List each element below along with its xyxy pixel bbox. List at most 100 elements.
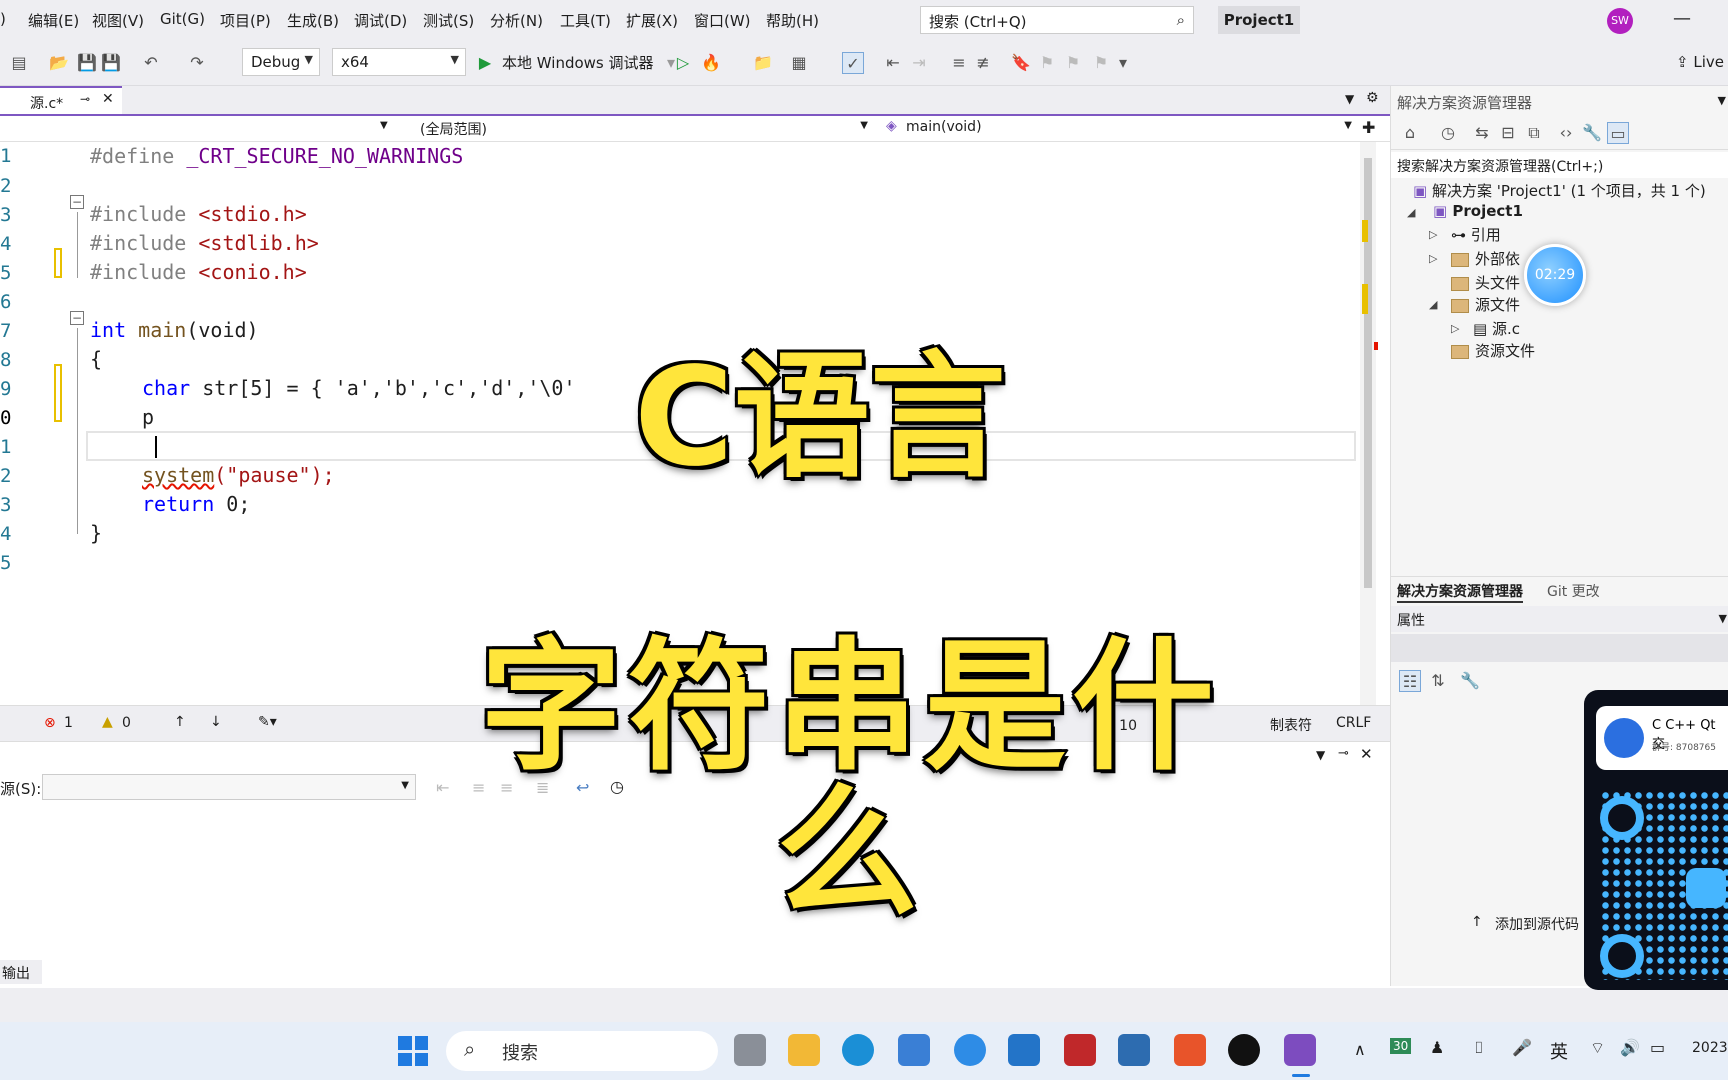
xmind-icon[interactable] [1174, 1034, 1206, 1066]
show-all-icon[interactable]: ⧉ [1523, 122, 1545, 144]
tray-badge[interactable]: 30 [1390, 1038, 1412, 1054]
history-icon[interactable]: ◷ [1437, 122, 1459, 144]
tree-references[interactable]: ⊶ 引用 [1451, 224, 1501, 245]
arrow-up-icon[interactable]: ↑ [174, 714, 186, 730]
tree-project[interactable]: ▣ Project1 [1433, 202, 1523, 220]
bookmark-icon[interactable]: 🔖 [1010, 52, 1032, 74]
step-icon[interactable]: ⇤ [882, 52, 904, 74]
expand-arrow-icon[interactable]: ◢ [1407, 206, 1415, 219]
new-project-icon[interactable]: ▤ [8, 52, 30, 74]
alphabetical-icon[interactable]: ⇅ [1427, 670, 1449, 692]
editor-scrollbar[interactable] [1360, 142, 1378, 705]
warning-count[interactable]: 0 [122, 715, 131, 731]
start-without-debug-icon[interactable]: ▷ [672, 52, 694, 74]
collapse-toggle[interactable]: − [70, 311, 84, 325]
start-debug-button[interactable]: 本地 Windows 调试器 [502, 52, 654, 73]
tree-solution[interactable]: ▣ 解决方案 'Project1' (1 个项目，共 1 个) [1413, 180, 1706, 201]
properties-object-select[interactable] [1391, 634, 1728, 662]
close-icon[interactable]: ✕ [102, 91, 114, 107]
bookmark-prev-icon[interactable]: ⚑ [1036, 52, 1058, 74]
wifi-icon[interactable]: ⌔ [1590, 1038, 1605, 1058]
categorized-icon[interactable]: ☷ [1399, 670, 1421, 692]
solution-folder-icon[interactable]: 📁 [752, 52, 774, 74]
vscode-icon[interactable] [1008, 1034, 1040, 1066]
tab-source-file[interactable]: 源.c* ⊸ ✕ [0, 86, 122, 114]
menu-analyze[interactable]: 分析(N) [490, 10, 543, 31]
filezilla-icon[interactable] [1064, 1034, 1096, 1066]
tray-app-icon[interactable]: ♟ [1430, 1038, 1444, 1057]
clock-date[interactable]: 2023- [1692, 1040, 1728, 1056]
pin-icon[interactable]: ⊸ [80, 92, 90, 106]
cleanup-icon[interactable]: ✎▾ [258, 714, 277, 730]
code-view-icon[interactable]: ‹› [1555, 122, 1577, 144]
bookmark-next-icon[interactable]: ⚑ [1062, 52, 1084, 74]
menu-test[interactable]: 测试(S) [423, 10, 474, 31]
split-icon[interactable]: ✚ [1362, 118, 1375, 137]
menu-view[interactable]: 视图(V) [92, 10, 144, 31]
qq-icon[interactable] [1228, 1034, 1260, 1066]
menu-window[interactable]: 窗口(W) [694, 10, 751, 31]
collapse-toggle[interactable]: − [70, 195, 84, 209]
chevron-down-icon[interactable]: ▼ [1718, 94, 1726, 107]
tree-source-files[interactable]: 源文件 [1451, 294, 1520, 315]
spellcheck-icon[interactable]: ✓ [842, 52, 864, 74]
avatar[interactable]: SW [1607, 8, 1633, 34]
battery-icon[interactable]: ▭ [1650, 1038, 1665, 1057]
floating-timer[interactable]: 02:29 [1524, 244, 1586, 306]
save-icon[interactable]: 💾 [76, 52, 98, 74]
collapse-arrow-icon[interactable]: ▷ [1429, 252, 1437, 265]
tree-source-c[interactable]: ▤ 源.c [1473, 318, 1520, 339]
preview-icon[interactable]: ▭ [1607, 122, 1629, 144]
edge-browser-icon[interactable] [842, 1034, 874, 1066]
collapse-arrow-icon[interactable]: ▷ [1451, 322, 1459, 335]
arrow-up-icon[interactable]: ↑ [1471, 914, 1483, 930]
close-icon[interactable]: ✕ [1360, 745, 1373, 763]
network-app-icon[interactable] [1118, 1034, 1150, 1066]
comment-icon[interactable]: ≡ [948, 52, 970, 74]
bookmark-clear-icon[interactable]: ⚑ [1090, 52, 1112, 74]
tab-solution-explorer[interactable]: 解决方案资源管理器 [1397, 581, 1523, 603]
menu-extensions[interactable]: 扩展(X) [626, 10, 678, 31]
tab-git-changes[interactable]: Git 更改 [1547, 581, 1600, 601]
redo-icon[interactable]: ↷ [186, 52, 208, 74]
start-debug-icon[interactable]: ▶ [474, 52, 496, 74]
tab-output[interactable]: 输出 [0, 960, 42, 984]
panel-dropdown-icon[interactable]: ▼ [1316, 748, 1325, 762]
wrench-icon[interactable]: 🔧 [1581, 122, 1603, 144]
tab-dropdown-icon[interactable]: ▼ [1345, 92, 1354, 106]
search-input[interactable]: 搜索 (Ctrl+Q) ⌕ [920, 6, 1194, 34]
menu-project[interactable]: 项目(P) [220, 10, 271, 31]
tree-header-files[interactable]: 头文件 [1451, 272, 1520, 293]
menu-tools[interactable]: 工具(T) [560, 10, 611, 31]
collapse-arrow-icon[interactable]: ▷ [1429, 228, 1437, 241]
error-count[interactable]: 1 [64, 715, 73, 731]
toolbar-overflow-icon[interactable]: ▾ [1112, 52, 1134, 74]
pin-icon[interactable]: ⊸ [1338, 746, 1349, 761]
open-folder-icon[interactable]: 📂 [48, 52, 70, 74]
menu-build[interactable]: 生成(B) [287, 10, 339, 31]
arrow-down-icon[interactable]: ↓ [210, 714, 222, 730]
layout-icon[interactable]: ▦ [788, 52, 810, 74]
collapse-all-icon[interactable]: ⊟ [1497, 122, 1519, 144]
function-dropdown[interactable]: ◈ main(void) ▼ [882, 116, 1358, 141]
menu-edit[interactable]: 编辑(E) [28, 10, 79, 31]
task-view-icon[interactable] [734, 1034, 766, 1066]
property-pages-icon[interactable]: 🔧 [1459, 670, 1481, 692]
store-icon[interactable] [898, 1034, 930, 1066]
taskbar-search[interactable]: ⌕ 搜索 [446, 1031, 718, 1071]
menu-debug[interactable]: 调试(D) [354, 10, 407, 31]
solution-search-input[interactable]: 搜索解决方案资源管理器(Ctrl+;) [1391, 152, 1728, 178]
menu-help[interactable]: 帮助(H) [766, 10, 819, 31]
scope-dropdown[interactable]: (全局范围) ▼ [396, 116, 874, 141]
chevron-down-icon[interactable]: ▼ [380, 120, 388, 131]
platform-select[interactable]: x64 ▼ [332, 48, 466, 76]
uncomment-icon[interactable]: ≢ [972, 52, 994, 74]
tree-external-deps[interactable]: 外部依 [1451, 248, 1520, 269]
expand-arrow-icon[interactable]: ◢ [1429, 298, 1437, 311]
step-over-icon[interactable]: ⇥ [908, 52, 930, 74]
volume-icon[interactable]: 🔊 [1620, 1038, 1640, 1057]
config-select[interactable]: Debug ▼ [242, 48, 320, 76]
gear-icon[interactable]: ⚙ [1366, 90, 1379, 106]
home-icon[interactable]: ⌂ [1399, 122, 1421, 144]
file-explorer-icon[interactable] [788, 1034, 820, 1066]
